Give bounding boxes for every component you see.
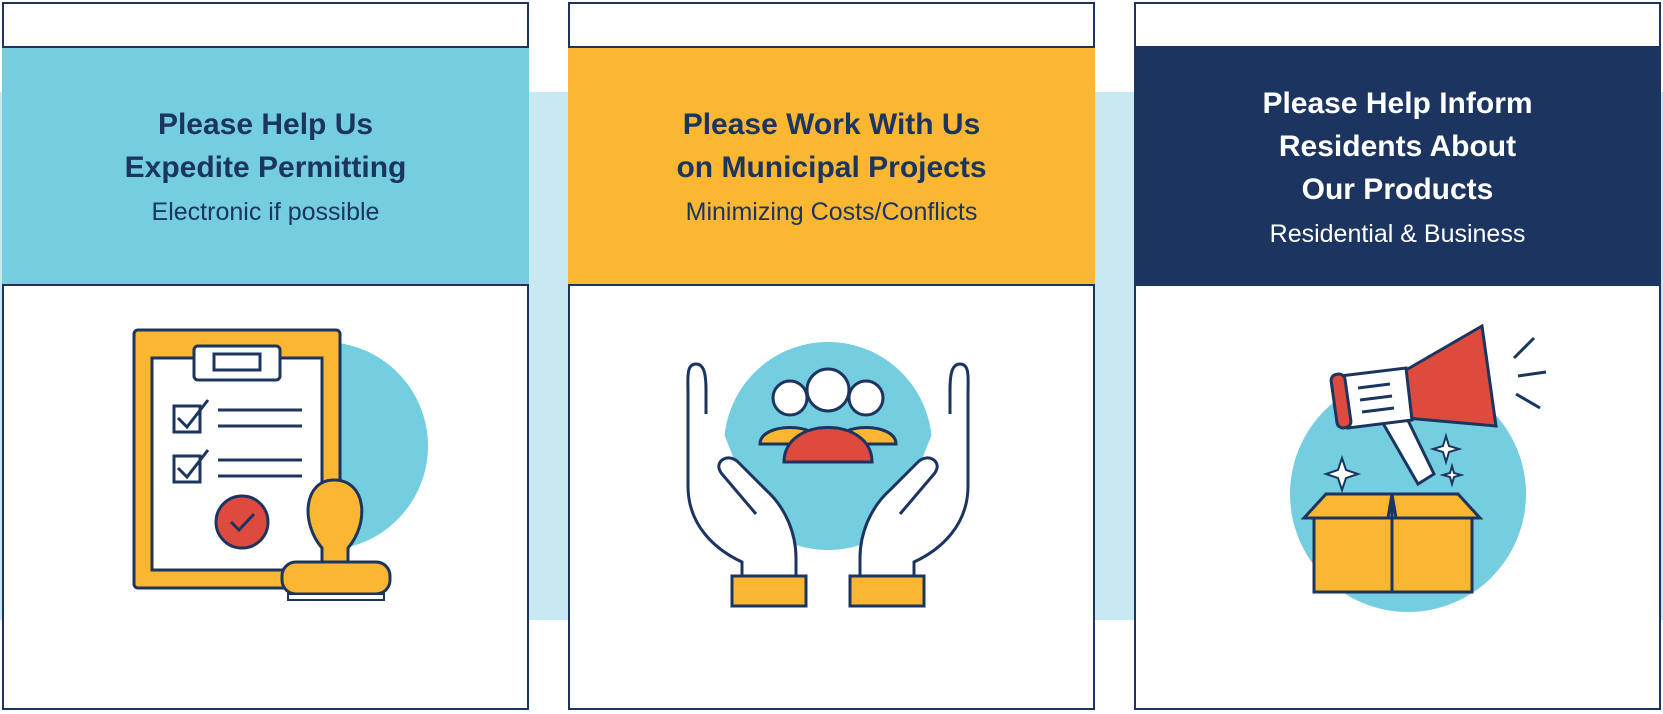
card-subtitle: Electronic if possible [151, 198, 380, 226]
approval-seal [214, 494, 270, 550]
title-line: on Municipal Projects [676, 151, 987, 184]
card-subtitle: Residential & Business [1269, 219, 1526, 248]
title-line: Please Help Inform [1262, 86, 1533, 120]
card-title: Please Help Us Expedite Permitting [125, 103, 407, 189]
card-header: Please Work With Us on Municipal Project… [568, 46, 1095, 286]
card-header: Please Help Us Expedite Permitting Elect… [2, 46, 529, 286]
title-line: Our Products [1301, 172, 1494, 206]
card-title: Please Help Inform Residents About Our P… [1262, 82, 1532, 211]
card-permitting: Please Help Us Expedite Permitting Elect… [2, 2, 529, 710]
person-center-head [805, 367, 851, 413]
person-left-head [771, 379, 809, 417]
card-inform-residents: Please Help Inform Residents About Our P… [1134, 2, 1661, 710]
title-line: Please Work With Us [682, 108, 981, 141]
megaphone-box-icon [1290, 323, 1547, 612]
hands-community-icon [686, 342, 970, 608]
title-line: Residents About [1278, 129, 1517, 163]
clipboard-stamp-icon [132, 328, 428, 601]
title-line: Please Help Us [157, 108, 374, 141]
card-header: Please Help Inform Residents About Our P… [1134, 46, 1661, 286]
card-title: Please Work With Us on Municipal Project… [676, 103, 986, 189]
right-cuff [848, 574, 926, 608]
card-subtitle: Minimizing Costs/Conflicts [685, 198, 978, 226]
megaphone-bell [1404, 323, 1498, 428]
stamp-base [280, 560, 392, 596]
title-line: Expedite Permitting [124, 151, 407, 184]
card-municipal-projects: Please Work With Us on Municipal Project… [568, 2, 1095, 710]
left-cuff [730, 574, 808, 608]
person-right-head [847, 379, 885, 417]
